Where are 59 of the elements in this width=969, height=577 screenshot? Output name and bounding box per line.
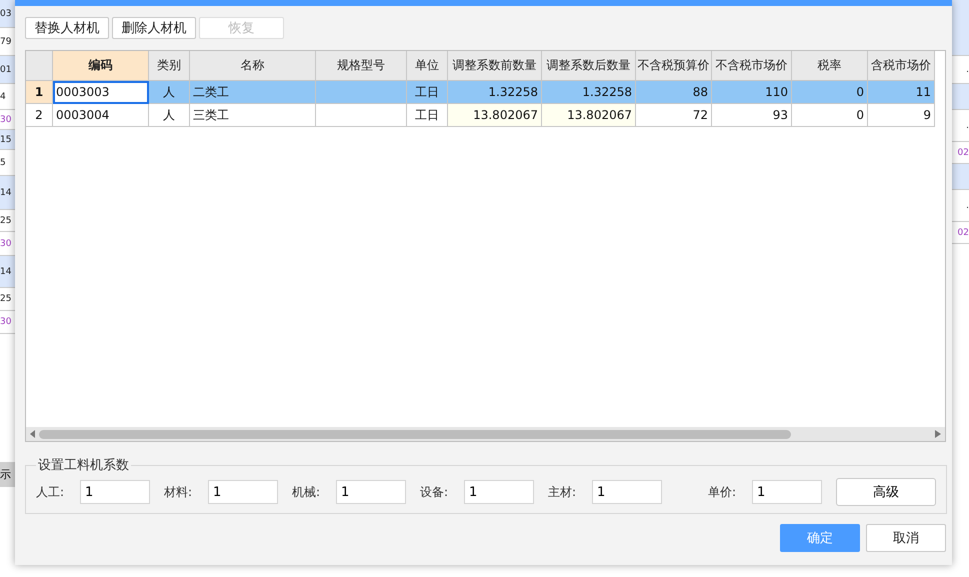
row-number[interactable]: 1: [26, 81, 53, 104]
table-cell: 0003003: [53, 81, 149, 104]
table-cell: 15: [0, 130, 15, 150]
table-cell: 工日: [407, 104, 448, 127]
table-cell: 01: [0, 56, 15, 84]
field-label: 人工:: [36, 484, 66, 500]
input-field[interactable]: 1: [208, 480, 278, 504]
table-cell: 11: [868, 81, 935, 104]
table-cell: 03: [0, 0, 15, 28]
right-arrow-icon[interactable]: [935, 430, 941, 438]
table-cell: 1.32258: [542, 81, 636, 104]
column-header[interactable]: 含税市场价: [868, 51, 935, 81]
field-label: 设备:: [420, 484, 450, 500]
table-cell: 人: [149, 81, 190, 104]
table-cell: 人: [149, 104, 190, 127]
table-cell: 9: [868, 104, 935, 127]
table-cell: 14: [0, 176, 15, 210]
field-label: 材料:: [164, 484, 194, 500]
column-header[interactable]: 编码: [53, 51, 149, 81]
column-header[interactable]: 不含税预算价: [636, 51, 712, 81]
column-header[interactable]: 单位: [407, 51, 448, 81]
toolbar-button[interactable]: 删除人材机: [112, 17, 196, 39]
field-label: 主材:: [548, 484, 578, 500]
table-cell: 14: [0, 256, 15, 288]
table-cell: 0: [792, 104, 868, 127]
input-field[interactable]: 1: [336, 480, 406, 504]
toolbar-button[interactable]: 替换人材机: [25, 17, 109, 39]
column-header[interactable]: 税率: [792, 51, 868, 81]
table-cell: 三类工: [190, 104, 316, 127]
column-header[interactable]: 调整系数后数量: [542, 51, 636, 81]
input-field[interactable]: 1: [80, 480, 150, 504]
horizontal-scrollbar[interactable]: [26, 427, 945, 441]
advanced-button[interactable]: 高级: [836, 478, 936, 506]
input-field[interactable]: 1: [592, 480, 662, 504]
table-cell: 1.32258: [448, 81, 542, 104]
table-cell: 93: [712, 104, 792, 127]
row-number[interactable]: 2: [26, 104, 53, 127]
field-label: 机械:: [292, 484, 322, 500]
left-arrow-icon[interactable]: [30, 430, 36, 438]
group-title: 设置工料机系数: [37, 457, 130, 474]
table-cell: 工日: [407, 81, 448, 104]
table-cell: 13.802067: [542, 104, 636, 127]
column-header[interactable]: 不含税市场价: [712, 51, 792, 81]
column-header[interactable]: 规格型号: [316, 51, 407, 81]
table-cell: 0003004: [53, 104, 149, 127]
column-header[interactable]: 名称: [190, 51, 316, 81]
column-header[interactable]: 调整系数前数量: [448, 51, 542, 81]
tab[interactable]: 示: [0, 462, 15, 487]
cancel-button[interactable]: 取消: [866, 524, 946, 552]
table-cell: 13.802067: [448, 104, 542, 127]
input-field[interactable]: 1: [464, 480, 534, 504]
input-field[interactable]: 1: [752, 480, 822, 504]
table-cell: 72: [636, 104, 712, 127]
table-cell: 二类工: [190, 81, 316, 104]
column-header[interactable]: 类别: [149, 51, 190, 81]
field-label: 单价:: [708, 484, 738, 500]
table-cell: 110: [712, 81, 792, 104]
table-cell: 88: [636, 81, 712, 104]
table-cell: 0: [792, 81, 868, 104]
